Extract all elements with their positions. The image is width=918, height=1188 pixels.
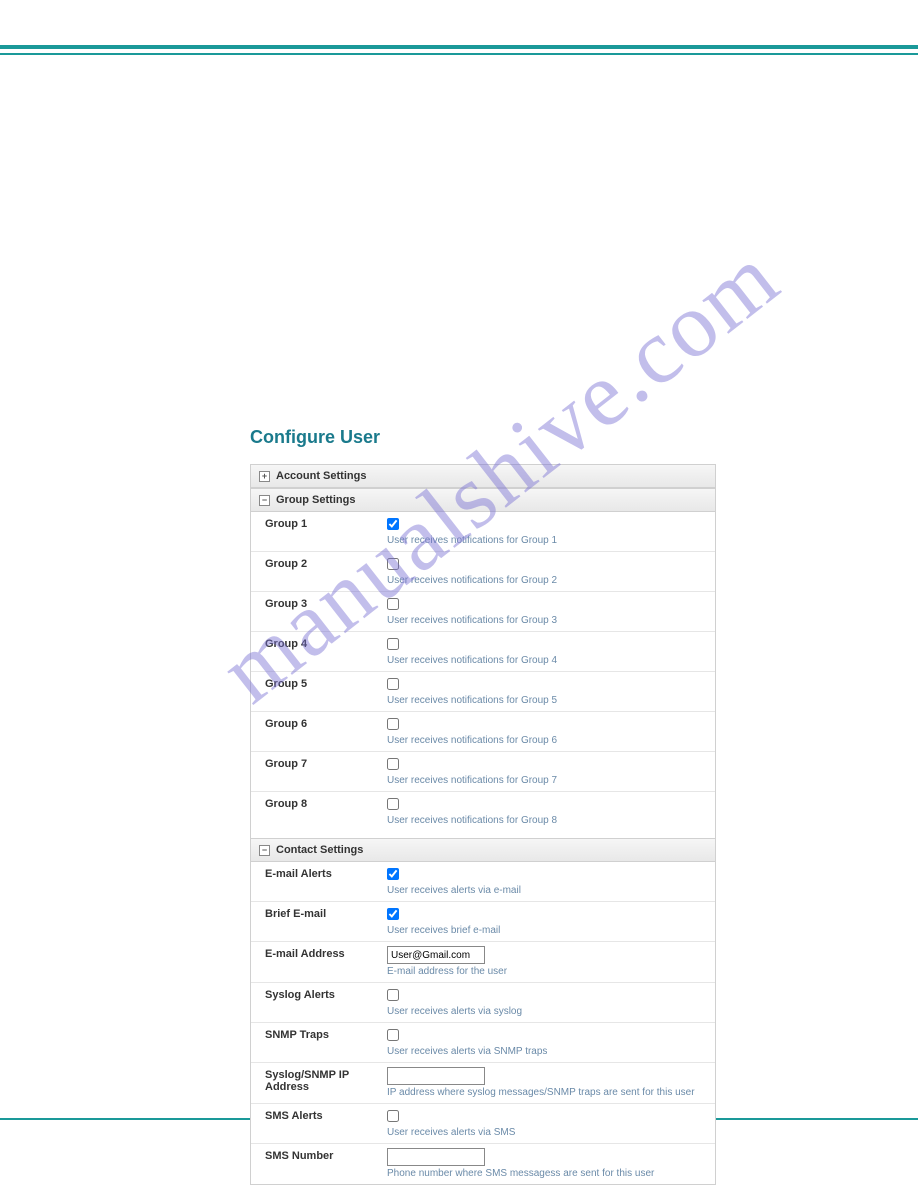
group-checkbox[interactable] [387, 598, 399, 610]
row-description: User receives notifications for Group 6 [387, 735, 709, 746]
row-value: User receives alerts via e-mail [381, 862, 715, 901]
group-row: Group 1 User receives notifications for G… [251, 512, 715, 552]
group-row: Group 4 User receives notifications for G… [251, 632, 715, 672]
row-label: Group 8 [251, 792, 381, 831]
row-description: IP address where syslog messages/SNMP tr… [387, 1087, 709, 1098]
group-row: Group 3 User receives notifications for G… [251, 592, 715, 632]
group-row: Group 7 User receives notifications for G… [251, 752, 715, 792]
row-description: User receives notifications for Group 7 [387, 775, 709, 786]
row-description: User receives brief e-mail [387, 925, 709, 936]
row-value: E-mail address for the user [381, 942, 715, 982]
row-description: User receives notifications for Group 2 [387, 575, 709, 586]
text-input[interactable] [387, 1148, 485, 1166]
row-value: User receives notifications for Group 6 [381, 712, 715, 751]
collapse-icon: − [259, 845, 270, 856]
contact-checkbox[interactable] [387, 1110, 399, 1122]
group-checkbox[interactable] [387, 758, 399, 770]
settings-panel: + Account Settings − Group Settings Grou… [250, 464, 716, 1185]
row-value: User receives notifications for Group 4 [381, 632, 715, 671]
group-checkbox[interactable] [387, 798, 399, 810]
row-description: Phone number where SMS messagess are sen… [387, 1168, 709, 1179]
row-description: E-mail address for the user [387, 966, 709, 977]
top-rule-thin [0, 53, 918, 55]
row-label: Brief E-mail [251, 902, 381, 941]
contact-row: Syslog/SNMP IP Address IP address where s… [251, 1063, 715, 1104]
group-row: Group 6 User receives notifications for G… [251, 712, 715, 752]
section-title: Account Settings [276, 470, 366, 482]
row-description: User receives notifications for Group 5 [387, 695, 709, 706]
group-row: Group 5 User receives notifications for G… [251, 672, 715, 712]
section-title: Group Settings [276, 494, 355, 506]
group-settings-body: Group 1 User receives notifications for G… [251, 512, 715, 831]
group-checkbox[interactable] [387, 518, 399, 530]
group-row: Group 2 User receives notifications for G… [251, 552, 715, 592]
contact-row: SMS Number Phone number where SMS message… [251, 1144, 715, 1184]
contact-checkbox[interactable] [387, 989, 399, 1001]
group-checkbox[interactable] [387, 558, 399, 570]
row-description: User receives notifications for Group 3 [387, 615, 709, 626]
group-row: Group 8 User receives notifications for G… [251, 792, 715, 831]
group-checkbox[interactable] [387, 678, 399, 690]
row-value: User receives alerts via SMS [381, 1104, 715, 1143]
top-rule-thick [0, 45, 918, 49]
expand-icon: + [259, 471, 270, 482]
page-title: Configure User [250, 427, 716, 448]
text-input[interactable] [387, 1067, 485, 1085]
row-label: Syslog Alerts [251, 983, 381, 1022]
row-description: User receives alerts via SMS [387, 1127, 709, 1138]
configure-user-form: Configure User + Account Settings − Grou… [250, 427, 716, 1185]
collapse-icon: − [259, 495, 270, 506]
group-settings-header[interactable]: − Group Settings [251, 488, 715, 512]
row-description: User receives notifications for Group 1 [387, 535, 709, 546]
contact-settings-body: E-mail Alerts User receives alerts via e-… [251, 862, 715, 1184]
row-label: Group 3 [251, 592, 381, 631]
row-label: Syslog/SNMP IP Address [251, 1063, 381, 1103]
row-label: E-mail Alerts [251, 862, 381, 901]
group-checkbox[interactable] [387, 718, 399, 730]
row-label: Group 5 [251, 672, 381, 711]
row-value: IP address where syslog messages/SNMP tr… [381, 1063, 715, 1103]
row-description: User receives alerts via e-mail [387, 885, 709, 896]
contact-row: SNMP Traps User receives alerts via SNMP … [251, 1023, 715, 1063]
contact-checkbox[interactable] [387, 868, 399, 880]
contact-row: E-mail Alerts User receives alerts via e-… [251, 862, 715, 902]
contact-checkbox[interactable] [387, 908, 399, 920]
row-description: User receives notifications for Group 4 [387, 655, 709, 666]
row-value: User receives brief e-mail [381, 902, 715, 941]
row-label: SNMP Traps [251, 1023, 381, 1062]
contact-checkbox[interactable] [387, 1029, 399, 1041]
contact-row: SMS Alerts User receives alerts via SMS [251, 1104, 715, 1144]
group-checkbox[interactable] [387, 638, 399, 650]
contact-row: E-mail Address E-mail address for the use… [251, 942, 715, 983]
row-label: Group 1 [251, 512, 381, 551]
contact-settings-header[interactable]: − Contact Settings [251, 839, 715, 862]
section-title: Contact Settings [276, 844, 363, 856]
contact-row: Brief E-mail User receives brief e-mail [251, 902, 715, 942]
row-label: SMS Alerts [251, 1104, 381, 1143]
row-value: User receives notifications for Group 2 [381, 552, 715, 591]
row-label: Group 6 [251, 712, 381, 751]
row-label: Group 7 [251, 752, 381, 791]
row-value: User receives notifications for Group 8 [381, 792, 715, 831]
row-value: Phone number where SMS messagess are sen… [381, 1144, 715, 1184]
row-value: User receives alerts via SNMP traps [381, 1023, 715, 1062]
row-description: User receives notifications for Group 8 [387, 815, 709, 826]
row-label: Group 2 [251, 552, 381, 591]
contact-row: Syslog Alerts User receives alerts via sy… [251, 983, 715, 1023]
row-label: E-mail Address [251, 942, 381, 982]
row-description: User receives alerts via syslog [387, 1006, 709, 1017]
row-description: User receives alerts via SNMP traps [387, 1046, 709, 1057]
row-value: User receives notifications for Group 5 [381, 672, 715, 711]
row-value: User receives notifications for Group 3 [381, 592, 715, 631]
row-value: User receives notifications for Group 7 [381, 752, 715, 791]
text-input[interactable] [387, 946, 485, 964]
section-gap [251, 831, 715, 839]
row-value: User receives alerts via syslog [381, 983, 715, 1022]
row-label: SMS Number [251, 1144, 381, 1184]
account-settings-header[interactable]: + Account Settings [251, 465, 715, 488]
row-value: User receives notifications for Group 1 [381, 512, 715, 551]
row-label: Group 4 [251, 632, 381, 671]
